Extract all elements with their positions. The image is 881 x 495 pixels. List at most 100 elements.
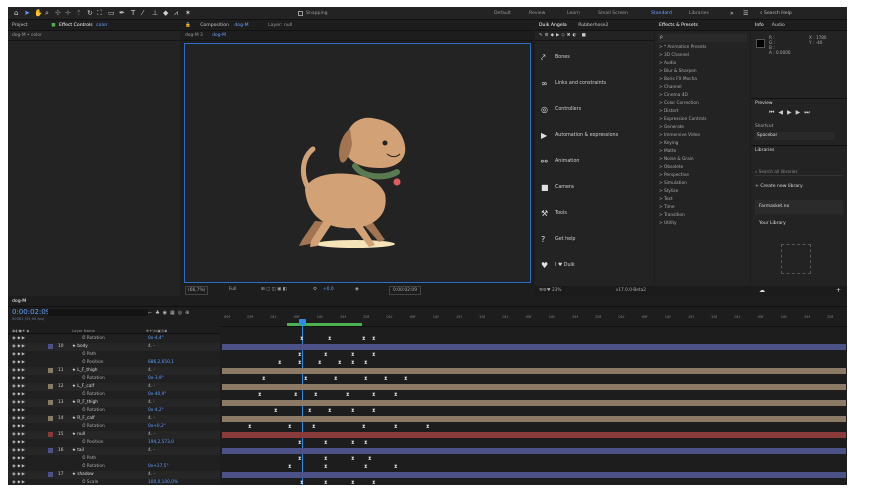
- keyframe-marker[interactable]: ⧗: [318, 360, 322, 366]
- effects-item[interactable]: > Perspective: [659, 172, 689, 180]
- layer-switches-icons[interactable]: ◉ ◆ ▶: [12, 431, 25, 439]
- duik-item-animation[interactable]: ⚯ Animation: [541, 157, 631, 183]
- keyframe-marker[interactable]: ⧗: [328, 408, 332, 414]
- effects-item[interactable]: > Audio: [659, 60, 676, 68]
- effects-item[interactable]: > Text: [659, 196, 673, 204]
- keyframe-marker[interactable]: ⧗: [288, 464, 292, 470]
- layer-duration-bar[interactable]: [222, 400, 846, 406]
- property-row[interactable]: ◉ ◆ ▶ ⏱ Position 686,2,650,1 ⧗ ⧗ ⧗ ⧗ ⧗ ⧗: [8, 359, 847, 367]
- property-row[interactable]: ◉ ◆ ▶ ⏱ Rotation 0x-3,9° ⧗ ⧗ ⧗ ⧗ ⧗ ⧗: [8, 375, 847, 383]
- rectangle-tool-icon[interactable]: ▭: [108, 9, 115, 18]
- pen-tool-icon[interactable]: ✒: [119, 9, 125, 18]
- layer-duration-bar[interactable]: [222, 368, 846, 374]
- property-row[interactable]: ◉ ◆ ▶ ⏱ Position 194,2,573,0 ⧗ ⧗ ⧗ ⧗: [8, 439, 847, 447]
- layer-duration-bar[interactable]: [222, 448, 846, 454]
- property-value[interactable]: 100,0,100,0%: [148, 479, 178, 485]
- exposure-value[interactable]: +0,0: [323, 284, 334, 296]
- layer-color-label[interactable]: [48, 448, 53, 453]
- layer-switches-icons[interactable]: ◉ ◆ ▶: [12, 479, 25, 485]
- breadcrumb-item[interactable]: dog-M 3: [185, 33, 203, 38]
- property-value[interactable]: 0x+27,5°: [148, 463, 169, 471]
- keyframe-marker[interactable]: ⧗: [324, 480, 328, 485]
- playhead-handle[interactable]: [299, 319, 306, 325]
- tab-effect-controls[interactable]: Effect Controls: [59, 23, 93, 28]
- effects-item[interactable]: > Blur & Sharpen: [659, 68, 697, 76]
- property-value[interactable]: 0x-4,4°: [148, 335, 164, 343]
- keyframe-marker[interactable]: ⧗: [338, 360, 342, 366]
- keyframe-marker[interactable]: ⧗: [372, 352, 376, 358]
- property-name[interactable]: ⏱ Rotation: [82, 391, 105, 399]
- keyframe-marker[interactable]: ⧗: [274, 408, 278, 414]
- comp-timecode[interactable]: 0:00:02:09: [389, 286, 421, 295]
- layer-switches-icons[interactable]: ◉ ◆ ▶: [12, 359, 25, 367]
- sync-icon[interactable]: ☰: [743, 9, 748, 18]
- layer-color-label[interactable]: [48, 472, 53, 477]
- keyframe-marker[interactable]: ⧗: [394, 392, 398, 398]
- keyframe-marker[interactable]: ⧗: [334, 376, 338, 382]
- workspace-default[interactable]: Default: [494, 10, 511, 17]
- keyframe-marker[interactable]: ⧗: [362, 336, 366, 342]
- layer-name[interactable]: ★ R_F_thigh: [72, 399, 98, 407]
- layer-parent[interactable]: 4. -: [148, 367, 155, 375]
- effects-item[interactable]: > Simulation: [659, 180, 687, 188]
- keyframe-marker[interactable]: ⧗: [278, 360, 282, 366]
- tab-effects-presets[interactable]: Effects & Presets: [659, 23, 698, 28]
- property-row[interactable]: ◉ ◆ ▶ ⏱ Rotation 0x-40,9° ⧗ ⧗ ⧗ ⧗ ⧗ ⧗: [8, 391, 847, 399]
- tab-info[interactable]: Info: [755, 23, 764, 28]
- layer-row[interactable]: ◉ ◆ ▶ 14 ★ R_F_calf 4. -: [8, 415, 847, 423]
- keyframe-marker[interactable]: ⧗: [294, 392, 298, 398]
- workspace-standard[interactable]: Standard: [651, 10, 672, 17]
- effects-item[interactable]: > Channel: [659, 84, 682, 92]
- hand-tool-icon[interactable]: ✋: [34, 9, 43, 18]
- zoom-dropdown[interactable]: (66,7%): [185, 286, 209, 295]
- duik-item-controllers[interactable]: ◎ Controllers: [541, 105, 631, 131]
- keyframe-marker[interactable]: ⧗: [324, 464, 328, 470]
- effects-item[interactable]: > Expression Controls: [659, 116, 706, 124]
- layer-duration-bar[interactable]: [222, 416, 846, 422]
- property-value[interactable]: 686,2,650,1: [148, 359, 174, 367]
- keyframe-marker[interactable]: ⧗: [426, 424, 430, 430]
- effects-item[interactable]: > Time: [659, 204, 674, 212]
- shortcut-dropdown[interactable]: Spacebar: [755, 132, 835, 140]
- puppet-tool-icon[interactable]: ✶: [185, 9, 191, 18]
- duik-item-love[interactable]: ♥ I ♥ Duik: [541, 261, 631, 287]
- layer-parent[interactable]: 4. -: [148, 447, 155, 455]
- layer-switches-icons[interactable]: ◉ ◆ ▶: [12, 455, 25, 463]
- keyframe-marker[interactable]: ⧗: [314, 392, 318, 398]
- keyframe-marker[interactable]: ⧗: [248, 424, 252, 430]
- home-icon[interactable]: ⌂: [14, 9, 18, 18]
- clone-stamp-tool-icon[interactable]: ⊥: [152, 9, 158, 18]
- workspace-review[interactable]: Review: [529, 10, 545, 17]
- layer-switches-icons[interactable]: ◉ ◆ ▶: [12, 447, 25, 455]
- type-tool-icon[interactable]: T: [131, 9, 135, 18]
- layer-name[interactable]: ★ shadow: [72, 471, 94, 479]
- keyframe-marker[interactable]: ⧗: [300, 336, 304, 342]
- effects-item[interactable]: > Keying: [659, 140, 678, 148]
- layer-row[interactable]: ◉ ◆ ▶ 15 ★ null 4. -: [8, 431, 847, 439]
- column-switches[interactable]: ⊕✶\fx▣◎◉: [146, 327, 167, 334]
- property-row[interactable]: ◉ ◆ ▶ ⏱ Rotation 0x-4,4° ⧗ ⧗ ⧗ ⧗: [8, 335, 847, 343]
- rotate-tool-icon[interactable]: ↻: [87, 9, 93, 18]
- layer-switches-icons[interactable]: ◉ ◆ ▶: [12, 463, 25, 471]
- property-name[interactable]: ⏱ Rotation: [82, 423, 105, 431]
- effects-item[interactable]: > Color Correction: [659, 100, 699, 108]
- layer-switches-icons[interactable]: ◉ ◆ ▶: [12, 391, 25, 399]
- layer-switches-icons[interactable]: ◉ ◆ ▶: [12, 343, 25, 351]
- property-row[interactable]: ◉ ◆ ▶ ⏱ Rotation 0x-4,2° ⧗ ⧗ ⧗ ⧗ ⧗: [8, 407, 847, 415]
- keyframe-marker[interactable]: ⧗: [364, 360, 368, 366]
- layer-color-label[interactable]: [48, 416, 53, 421]
- keyframe-marker[interactable]: ⧗: [351, 352, 355, 358]
- tab-duik-angela[interactable]: Duik Angela: [539, 23, 567, 28]
- effects-item[interactable]: > 3D Channel: [659, 52, 689, 60]
- layer-switches-icons[interactable]: ◉ ◆ ▶: [12, 439, 25, 447]
- layer-name[interactable]: ★ body: [72, 343, 88, 351]
- keyframe-marker[interactable]: ⧗: [394, 424, 398, 430]
- create-library-button[interactable]: + Create new library: [755, 184, 803, 189]
- timeline-search-input[interactable]: [48, 309, 148, 316]
- keyframe-marker[interactable]: ⧗: [298, 360, 302, 366]
- duik-item-tools[interactable]: ⚒ Tools: [541, 209, 631, 235]
- keyframe-marker[interactable]: ⧗: [351, 480, 355, 485]
- brush-tool-icon[interactable]: ⁄: [142, 9, 143, 18]
- tab-rubberhose[interactable]: Rubberhose2: [578, 23, 608, 28]
- property-name[interactable]: ⏱ Position: [82, 439, 103, 447]
